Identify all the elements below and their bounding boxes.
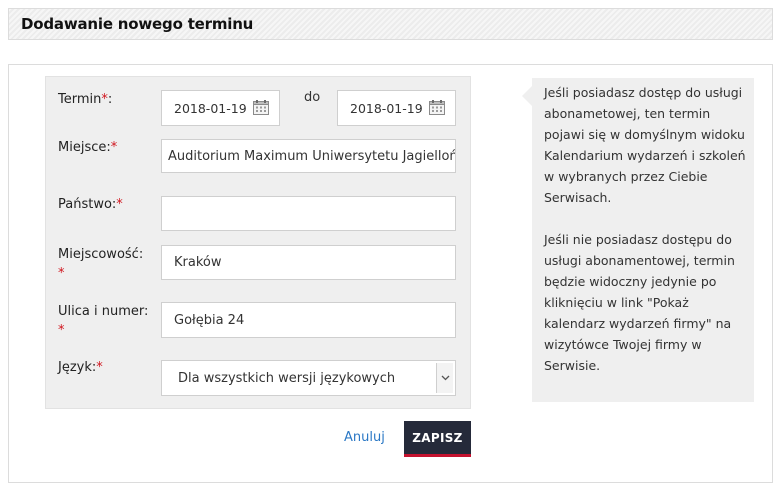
required-mark: * xyxy=(58,266,65,281)
language-label-text: Język: xyxy=(58,360,97,375)
page-header: Dodawanie nowego terminu xyxy=(8,8,773,40)
place-input[interactable]: Auditorium Maximum Uniwersytetu Jagiello… xyxy=(161,139,456,173)
required-mark: * xyxy=(96,360,103,375)
term-label: Termin*: xyxy=(58,90,112,109)
date-range-separator: do xyxy=(304,90,321,105)
street-label: Ulica i numer: * xyxy=(58,302,158,340)
required-mark: * xyxy=(58,323,65,338)
city-value: Kraków xyxy=(174,255,222,270)
country-label-text: Państwo: xyxy=(58,197,117,212)
chevron-down-icon[interactable] xyxy=(436,363,453,393)
term-label-text: Termin xyxy=(58,92,102,107)
language-selected-value: Dla wszystkich wersji językowych xyxy=(178,370,396,386)
save-button[interactable]: ZAPISZ xyxy=(404,421,471,457)
term-label-suffix: : xyxy=(107,92,113,107)
date-to-field[interactable]: 2018-01-19 xyxy=(337,90,456,126)
page-title: Dodawanie nowego terminu xyxy=(21,15,254,33)
street-input[interactable]: Gołębia 24 xyxy=(161,302,456,338)
place-value: Auditorium Maximum Uniwersytetu Jagiello… xyxy=(168,148,455,164)
info-paragraph: Jeśli nie posiadasz dostępu do usługi ab… xyxy=(544,232,735,373)
country-input[interactable] xyxy=(161,196,456,231)
language-label: Język:* xyxy=(58,358,103,377)
calendar-icon[interactable] xyxy=(429,100,445,115)
required-mark: * xyxy=(116,197,123,212)
place-label-text: Miejsce: xyxy=(58,140,111,155)
info-text: Jeśli posiadasz dostęp do usługi aboname… xyxy=(544,82,752,397)
required-mark: * xyxy=(110,140,118,155)
street-value: Gołębia 24 xyxy=(174,312,245,328)
language-select[interactable]: Dla wszystkich wersji językowych xyxy=(161,360,456,396)
date-to-value: 2018-01-19 xyxy=(350,100,423,116)
calendar-icon[interactable] xyxy=(253,100,269,115)
date-from-value: 2018-01-19 xyxy=(174,100,247,116)
city-label: Miejscowość: * xyxy=(58,245,158,283)
city-label-text: Miejscowość: xyxy=(58,247,144,262)
date-from-field[interactable]: 2018-01-19 xyxy=(161,90,280,126)
info-tooltip-box: Jeśli posiadasz dostęp do usługi aboname… xyxy=(522,78,754,402)
info-paragraph: Jeśli posiadasz dostęp do usługi aboname… xyxy=(544,85,746,205)
place-label: Miejsce:* xyxy=(58,138,117,157)
country-label: Państwo:* xyxy=(58,195,123,214)
street-label-text: Ulica i numer: xyxy=(58,304,149,319)
cancel-link[interactable]: Anuluj xyxy=(344,430,385,445)
city-input[interactable]: Kraków xyxy=(161,245,456,280)
